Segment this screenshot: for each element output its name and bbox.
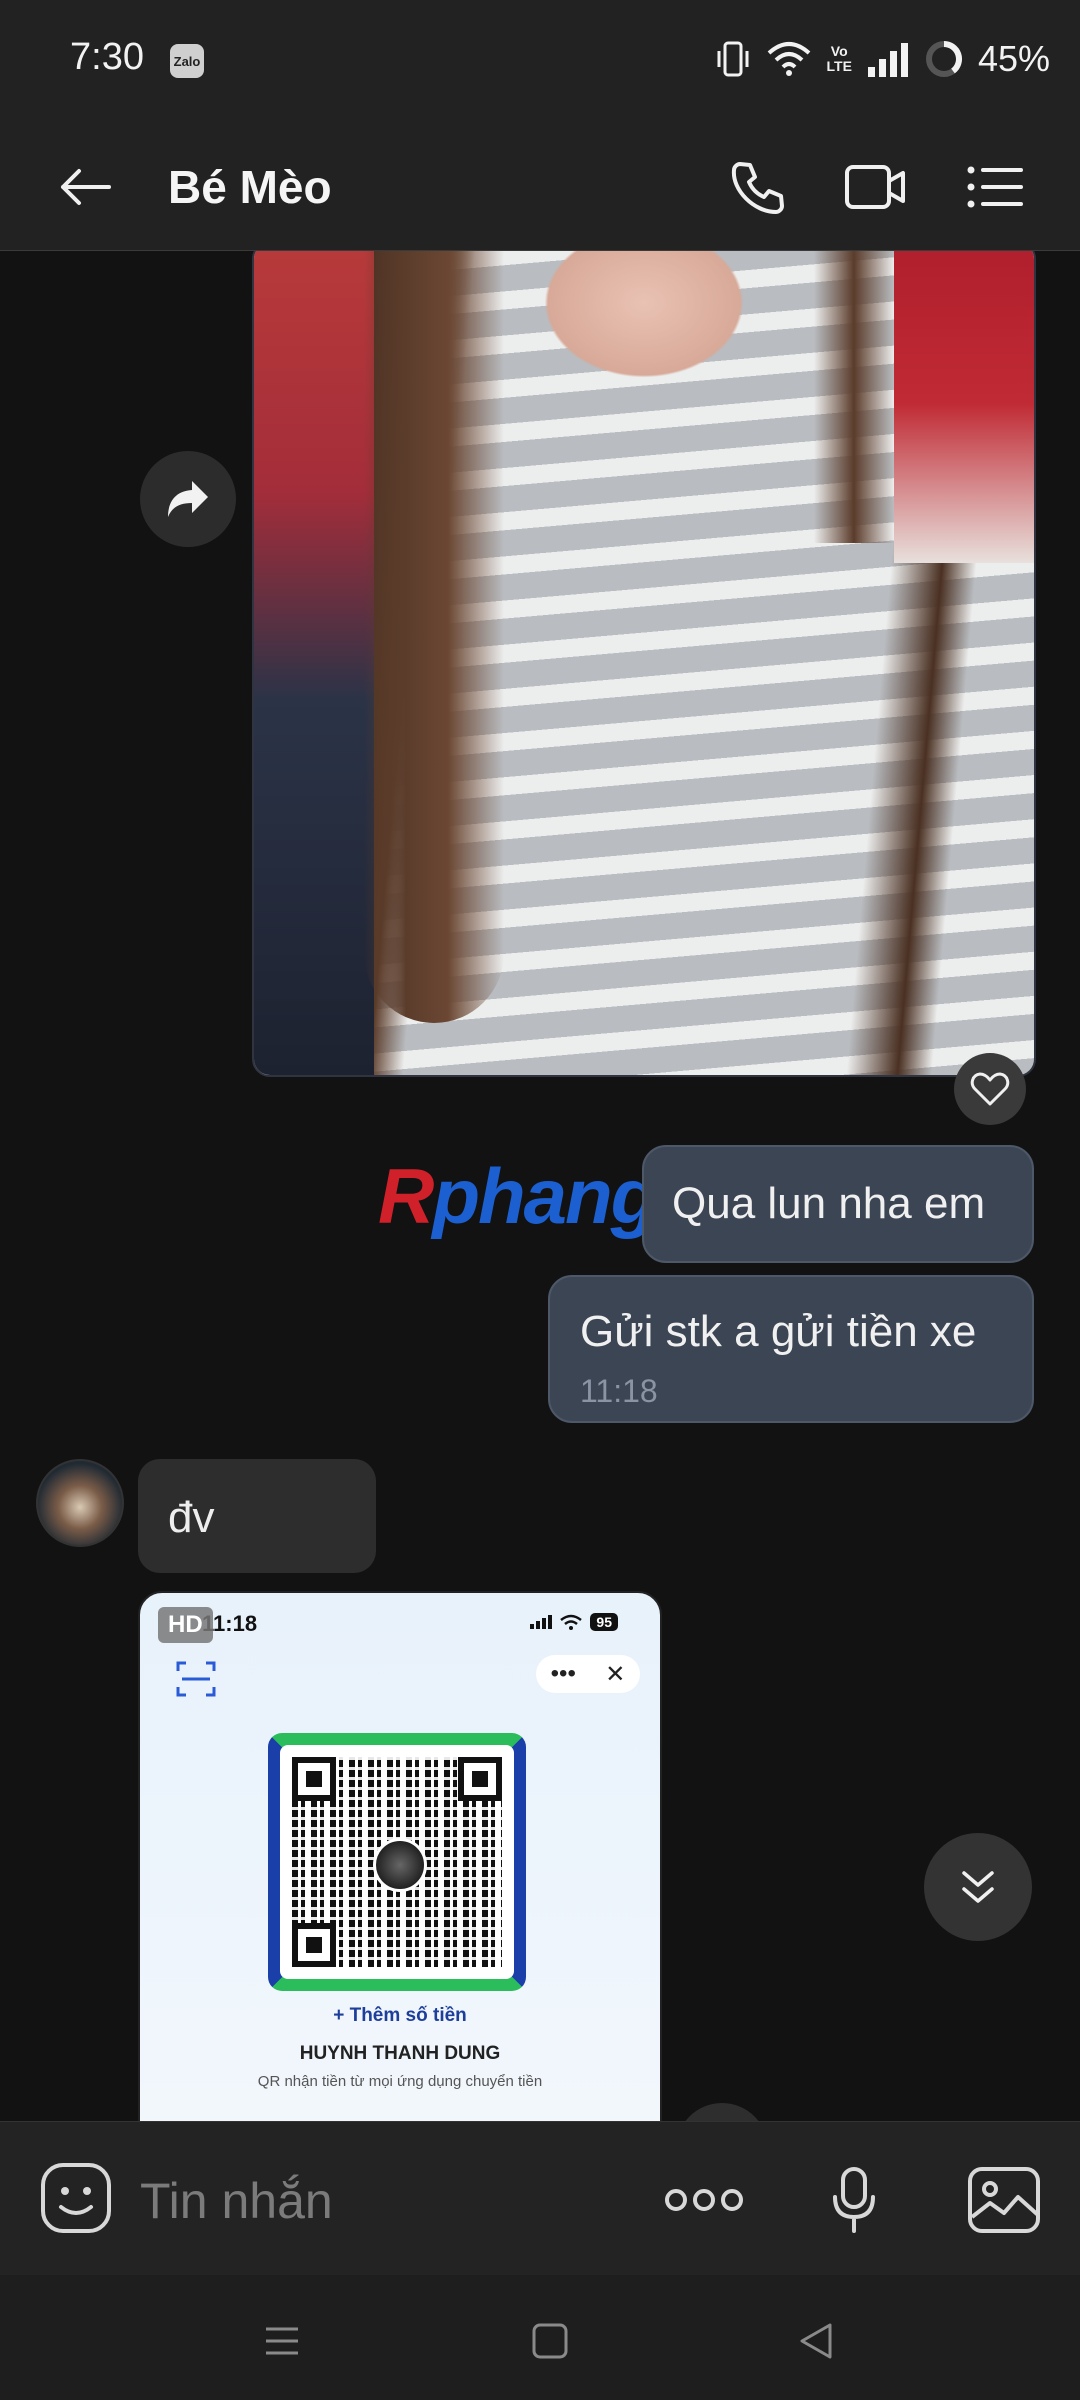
more-options-button[interactable] [662, 2158, 746, 2242]
signal-icon [867, 43, 908, 77]
status-indicators: Vo LTE 45% [715, 34, 1050, 84]
qr-screenshot-battery: 95 [590, 1613, 618, 1631]
video-call-icon [845, 165, 905, 209]
close-icon: ✕ [605, 1660, 626, 1688]
microphone-icon [833, 2167, 875, 2233]
react-heart-button[interactable] [954, 1053, 1026, 1125]
chat-messages[interactable]: Rphang Qua lun nha em Gửi stk a gửi tiền… [0, 251, 1080, 2121]
video-call-button[interactable] [840, 152, 910, 222]
qr-menu-pill: ••• ✕ [536, 1655, 640, 1693]
status-bar: 7:30 Zalo Vo LTE 45% [0, 0, 1080, 122]
message-text: Qua lun nha em [672, 1179, 986, 1228]
heart-icon [970, 1072, 1010, 1106]
image-gallery-icon [968, 2167, 1040, 2233]
sticker-button[interactable] [36, 2158, 116, 2238]
voice-message-button[interactable] [812, 2158, 896, 2242]
back-arrow-icon [61, 169, 111, 205]
home-button[interactable] [520, 2311, 580, 2371]
message-input-bar [0, 2121, 1080, 2276]
qr-finder-pattern [292, 1923, 336, 1967]
double-chevron-down-icon [962, 1871, 994, 1903]
photo-detail-hair-right [814, 251, 894, 543]
phone-icon [731, 162, 784, 214]
share-arrow-icon [168, 481, 208, 517]
add-amount-link: + Thêm số tiền [333, 2005, 467, 2026]
qr-description: QR nhận tiền từ mọi ứng dụng chuyển tiền [257, 2073, 543, 2090]
chat-options-button[interactable] [960, 152, 1030, 222]
wifi-icon [560, 1614, 583, 1630]
watermark-first-letter: R [378, 1152, 434, 1240]
battery-ring-icon [925, 41, 962, 77]
vibrate-icon [717, 41, 749, 77]
forward-button[interactable] [140, 451, 236, 547]
recents-icon [266, 2327, 298, 2355]
zalo-notification-icon: Zalo [170, 44, 204, 78]
recent-apps-button[interactable] [252, 2311, 312, 2371]
qr-finder-pattern [292, 1757, 336, 1801]
message-text: Gửi stk a gửi tiền xe [580, 1307, 977, 1356]
signal-icon [530, 1615, 553, 1629]
qr-code-frame [268, 1733, 526, 1991]
message-input[interactable] [138, 2162, 622, 2240]
system-navigation-bar [0, 2275, 1080, 2400]
more-dots-icon [665, 2189, 743, 2211]
qr-center-avatar [373, 1838, 427, 1892]
hd-badge: HD [158, 1607, 213, 1643]
scan-frame-icon [176, 1661, 216, 1697]
account-name: HUYNH THANH DUNG [299, 2043, 501, 2064]
outgoing-message[interactable]: Qua lun nha em [642, 1145, 1034, 1263]
chat-header: Bé Mèo [0, 122, 1080, 251]
scroll-to-bottom-button[interactable] [924, 1833, 1032, 1941]
gallery-button[interactable] [962, 2158, 1046, 2242]
contact-name[interactable]: Bé Mèo [168, 160, 332, 214]
sticker-face-icon [41, 2163, 111, 2233]
back-nav-button[interactable] [786, 2311, 846, 2371]
more-dots-icon: ••• [550, 1660, 576, 1687]
photo-detail-hair [364, 251, 504, 1023]
photo-background-right [894, 251, 1034, 563]
volte-line1: Vo [830, 43, 848, 59]
shared-photo[interactable] [252, 251, 1036, 1077]
back-button[interactable] [50, 152, 120, 222]
contact-avatar[interactable] [36, 1459, 124, 1547]
watermark-logo: Rphang [378, 1151, 658, 1242]
battery-percent: 45% [977, 38, 1050, 79]
qr-screenshot-image[interactable]: 11:18 95 HD ••• ✕ + Thêm số tiền HUYNH T… [138, 1591, 662, 2121]
message-time: 11:18 [580, 1373, 658, 1409]
back-triangle-icon [800, 2323, 832, 2359]
home-square-icon [532, 2323, 568, 2359]
volte-line2: LTE [826, 58, 852, 74]
qr-finder-pattern [458, 1757, 502, 1801]
photo-background-left [254, 251, 374, 1075]
partial-reaction-button[interactable] [676, 2103, 768, 2121]
incoming-message[interactable]: đv [138, 1459, 376, 1573]
wifi-icon [767, 42, 810, 76]
status-time: 7:30 [70, 36, 144, 78]
qr-screenshot-status: 95 [530, 1613, 618, 1631]
watermark-rest: phang [432, 1152, 658, 1240]
voice-call-button[interactable] [722, 152, 792, 222]
menu-list-icon [967, 166, 1023, 208]
volte-indicator: Vo LTE [827, 44, 852, 74]
qr-code-background [280, 1745, 514, 1979]
message-text: đv [168, 1493, 215, 1542]
outgoing-message[interactable]: Gửi stk a gửi tiền xe 11:18 [548, 1275, 1034, 1423]
